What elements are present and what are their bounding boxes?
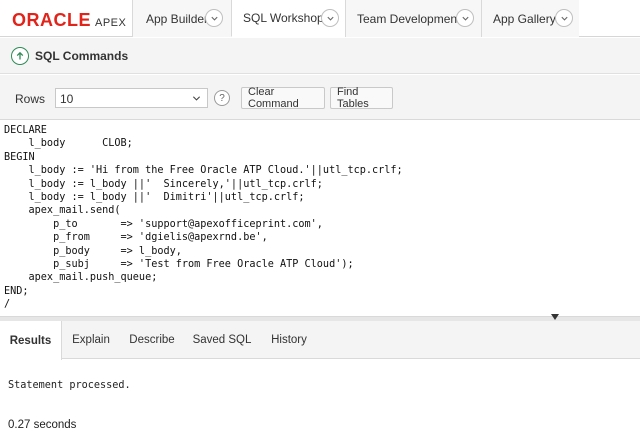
rows-label: Rows (15, 92, 46, 106)
code-line: apex_mail.send( (4, 205, 121, 217)
result-message: Statement processed. (8, 380, 131, 391)
code-line: p_from => 'dgielis@apexrnd.be', (4, 232, 268, 244)
sql-editor[interactable]: DECLARE l_body CLOB; BEGIN l_body := 'Hi … (0, 121, 640, 317)
oracle-apex-logo[interactable]: ORACLE APEX (12, 10, 127, 30)
tab-app-builder-label: App Builder (146, 11, 209, 26)
tab-team-development-label: Team Development (357, 11, 461, 26)
clear-command-button[interactable]: Clear Command (241, 86, 325, 110)
code-line: l_body := l_body ||' Dimitri'||utl_tcp.c… (4, 192, 305, 204)
code-line: DECLARE (4, 125, 47, 136)
results-panel: Statement processed. 0.27 seconds (0, 360, 640, 446)
sql-code: DECLARE l_body CLOB; BEGIN l_body := 'Hi … (4, 124, 403, 312)
code-line: p_subj => 'Test from Free Oracle ATP Clo… (4, 259, 354, 271)
code-line: p_to => 'support@apexofficeprint.com', (4, 218, 323, 230)
rows-select[interactable]: 10 (55, 88, 208, 108)
tab-explain[interactable]: Explain (62, 321, 120, 359)
find-tables-button[interactable]: Find Tables (330, 86, 393, 110)
tab-app-gallery-label: App Gallery (493, 11, 556, 26)
code-line: END; (4, 285, 29, 297)
chevron-down-icon[interactable] (321, 9, 339, 27)
page-header: SQL Commands (0, 38, 640, 74)
chevron-down-icon[interactable] (456, 9, 474, 27)
results-tabs: Results Explain Describe Saved SQL Histo… (0, 321, 640, 360)
chevron-down-icon (192, 96, 201, 101)
tab-team-development[interactable]: Team Development (345, 0, 481, 37)
page-title: SQL Commands (35, 49, 129, 63)
code-line: / (4, 299, 11, 311)
tab-app-gallery[interactable]: App Gallery (481, 0, 579, 37)
code-line: BEGIN (4, 151, 35, 163)
chevron-down-icon[interactable] (205, 9, 223, 27)
tab-sql-workshop-label: SQL Workshop (243, 11, 324, 25)
arrow-up-circle-icon[interactable] (11, 47, 29, 65)
code-line: l_body := 'Hi from the Free Oracle ATP C… (4, 165, 403, 177)
code-line: p_body => l_body, (4, 245, 182, 257)
tab-sql-workshop[interactable]: SQL Workshop (231, 0, 345, 37)
code-line: l_body := l_body ||' Sincerely,'||utl_tc… (4, 178, 323, 190)
execution-time: 0.27 seconds (8, 419, 77, 431)
tab-results[interactable]: Results (0, 321, 62, 360)
chevron-down-icon[interactable] (555, 9, 573, 27)
help-icon[interactable]: ? (214, 90, 230, 106)
tab-saved-sql[interactable]: Saved SQL (184, 321, 260, 359)
triangle-down-icon[interactable] (551, 314, 559, 320)
code-line: apex_mail.push_queue; (4, 272, 158, 284)
tab-app-builder[interactable]: App Builder (132, 0, 231, 37)
code-line: l_body CLOB; (4, 138, 133, 150)
tab-history[interactable]: History (260, 321, 318, 359)
top-navigation-bar: ORACLE APEX App Builder SQL Workshop Tea… (0, 0, 640, 37)
rows-select-value: 10 (60, 92, 74, 106)
logo-product: APEX (95, 17, 127, 29)
tab-describe[interactable]: Describe (120, 321, 184, 359)
command-toolbar: Rows 10 ? Clear Command Find Tables (0, 75, 640, 120)
logo-brand: ORACLE (12, 10, 91, 30)
